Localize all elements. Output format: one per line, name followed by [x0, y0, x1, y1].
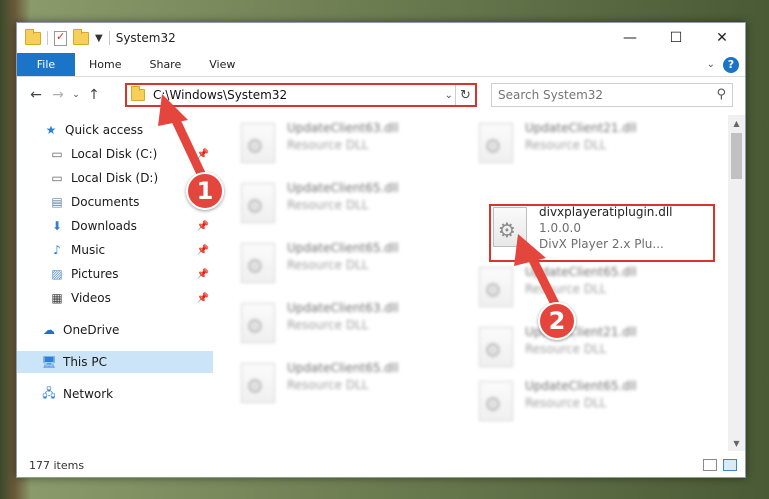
annotation-arrows [158, 94, 561, 311]
step-1-badge: 1 [186, 172, 224, 210]
arrow-2 [514, 234, 561, 311]
step-2-badge: 2 [538, 302, 576, 340]
arrow-1 [158, 94, 209, 185]
